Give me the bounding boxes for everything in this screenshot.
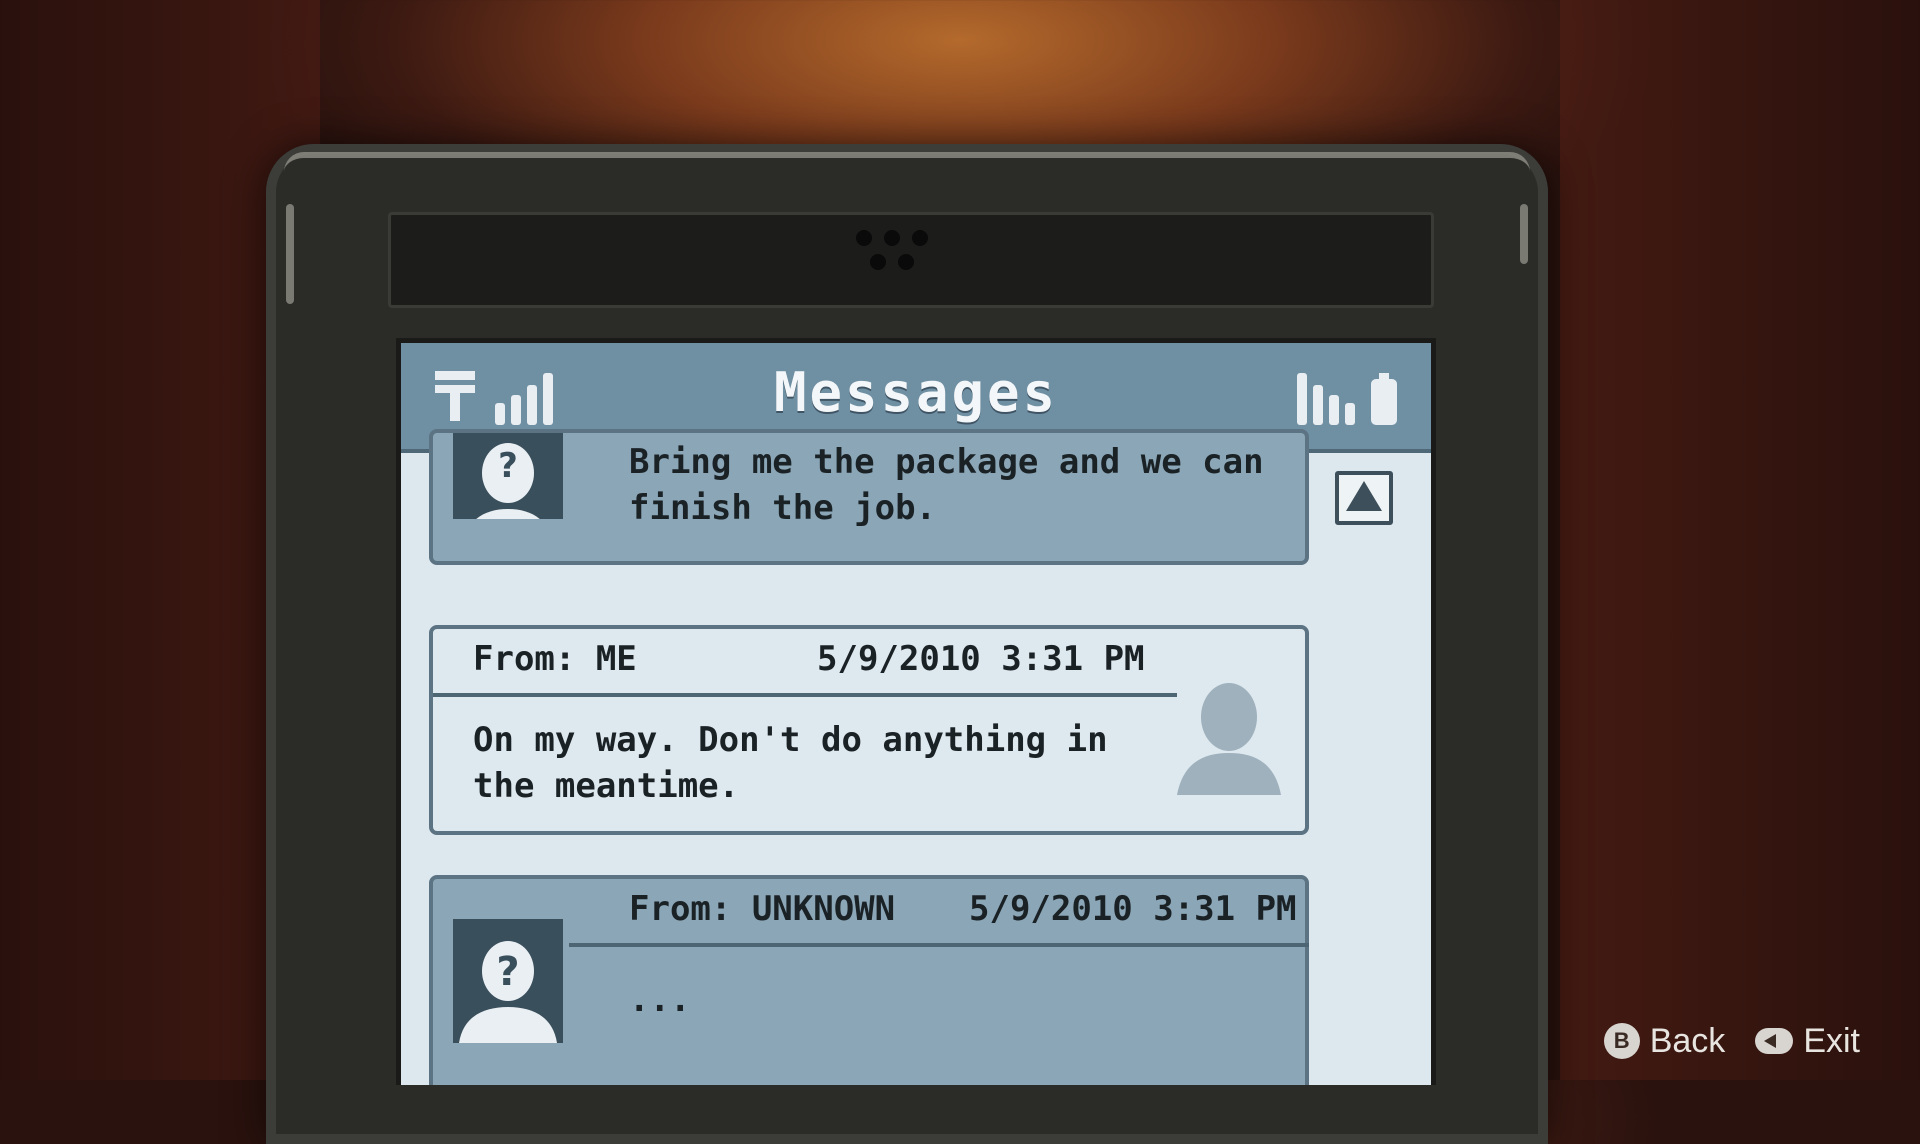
back-hint[interactable]: B Back: [1603, 1021, 1726, 1061]
phone-screen: Messages ? Bring me the package and we c…: [396, 338, 1436, 1085]
exit-hint[interactable]: Exit: [1755, 1022, 1860, 1061]
view-button-icon: [1755, 1028, 1794, 1054]
battery-meter-icon: [1297, 369, 1397, 425]
unknown-contact-icon: ?: [453, 433, 563, 519]
message-timestamp: 5/9/2010 3:31 PM: [969, 889, 1297, 929]
message-header-divider: [569, 943, 1309, 947]
message-text: ...: [629, 980, 691, 1020]
message-sender: From: UNKNOWN: [629, 889, 896, 929]
svg-text:?: ?: [496, 949, 519, 995]
message-item[interactable]: From: ME 5/9/2010 3:31 PM On my way. Don…: [429, 625, 1309, 835]
screen-title: Messages: [773, 361, 1059, 424]
message-sender: From: ME: [473, 639, 637, 679]
up-arrow-icon: [1346, 481, 1382, 511]
message-text: On my way. Don't do anything in the mean…: [473, 720, 1108, 806]
exit-label: Exit: [1803, 1021, 1860, 1060]
message-timestamp: 5/9/2010 3:31 PM: [817, 639, 1145, 679]
me-contact-icon: [1177, 679, 1281, 799]
phone-rim-highlight: [284, 152, 1530, 172]
phone-edge-highlight-left: [286, 204, 294, 304]
message-text: Bring me the package and we can finish t…: [629, 442, 1264, 528]
controller-hints: B Back Exit: [1603, 1016, 1860, 1066]
b-button-icon: B: [1603, 1023, 1640, 1059]
message-header-divider: [433, 693, 1177, 697]
message-item[interactable]: From: UNKNOWN 5/9/2010 3:31 PM ? ...: [429, 875, 1309, 1085]
background-shade-right: [1560, 0, 1920, 1080]
scroll-up-button[interactable]: [1335, 471, 1393, 525]
speaker-grille-icon: [856, 230, 966, 290]
message-item[interactable]: ? Bring me the package and we can finish…: [429, 429, 1309, 565]
svg-text:?: ?: [498, 446, 518, 486]
unknown-contact-icon: ?: [453, 919, 563, 1043]
phone-edge-highlight-right: [1520, 204, 1528, 264]
back-label: Back: [1649, 1021, 1726, 1060]
